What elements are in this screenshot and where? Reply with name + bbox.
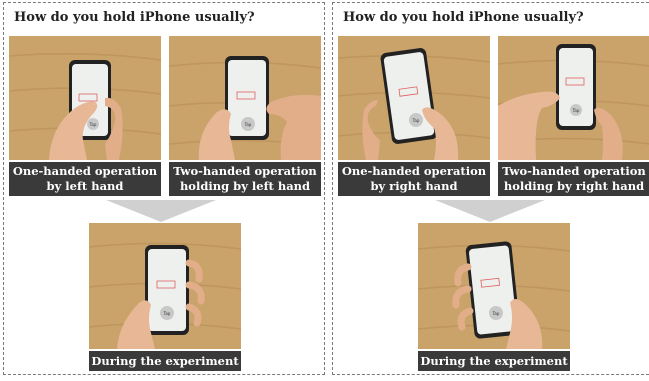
question-heading: How do you hold iPhone usually? — [343, 10, 584, 25]
photo-two-handed-right: Tap — [498, 36, 649, 160]
caption-one-handed-left: One-handed operation by left hand — [9, 162, 161, 196]
caption-two-handed-right: Two-handed operation holding by right ha… — [498, 162, 649, 196]
caption-line2: by right hand — [370, 179, 458, 193]
option-two-handed-left: Tap Two-handed operation holding by left… — [169, 36, 321, 196]
caption-line1: One-handed operation — [12, 164, 158, 178]
svg-text:Tap: Tap — [163, 311, 171, 316]
result-left: Tap During the experiment — [89, 223, 241, 373]
caption-experiment-right: During the experiment — [418, 351, 570, 371]
svg-text:Tap: Tap — [412, 118, 420, 123]
result-right: Tap During the experiment — [418, 223, 570, 373]
svg-text:Tap: Tap — [244, 122, 252, 127]
option-two-handed-right: Tap Two-handed operation holding by righ… — [498, 36, 649, 196]
caption-line1: Two-handed operation — [502, 164, 646, 178]
caption-line2: by left hand — [46, 179, 124, 193]
caption-line1: During the experiment — [420, 353, 568, 368]
photo-one-handed-left: Tap — [9, 36, 161, 160]
caption-two-handed-left: Two-handed operation holding by left han… — [169, 162, 321, 196]
svg-text:Tap: Tap — [572, 108, 580, 113]
photo-two-handed-left: Tap — [169, 36, 321, 160]
caption-one-handed-right: One-handed operation by right hand — [338, 162, 490, 196]
caption-line2: holding by right hand — [503, 179, 645, 193]
caption-line2: holding by left hand — [179, 179, 311, 193]
photo-experiment-left: Tap — [89, 223, 241, 349]
caption-line1: During the experiment — [91, 353, 239, 368]
down-arrow — [435, 200, 545, 222]
caption-line1: One-handed operation — [341, 164, 487, 178]
caption-experiment-left: During the experiment — [89, 351, 241, 371]
option-one-handed-right: Tap One-handed operation by right hand — [338, 36, 490, 196]
right-panel: How do you hold iPhone usually? Tap One-… — [332, 2, 649, 375]
svg-text:Tap: Tap — [492, 311, 500, 316]
svg-text:Tap: Tap — [89, 122, 97, 127]
photo-experiment-right: Tap — [418, 223, 570, 349]
question-heading: How do you hold iPhone usually? — [14, 10, 255, 25]
down-arrow — [106, 200, 216, 222]
left-panel: How do you hold iPhone usually? Tap One-… — [3, 2, 325, 375]
photo-one-handed-right: Tap — [338, 36, 490, 160]
caption-line1: Two-handed operation — [173, 164, 317, 178]
option-one-handed-left: Tap One-handed operation by left hand — [9, 36, 161, 196]
